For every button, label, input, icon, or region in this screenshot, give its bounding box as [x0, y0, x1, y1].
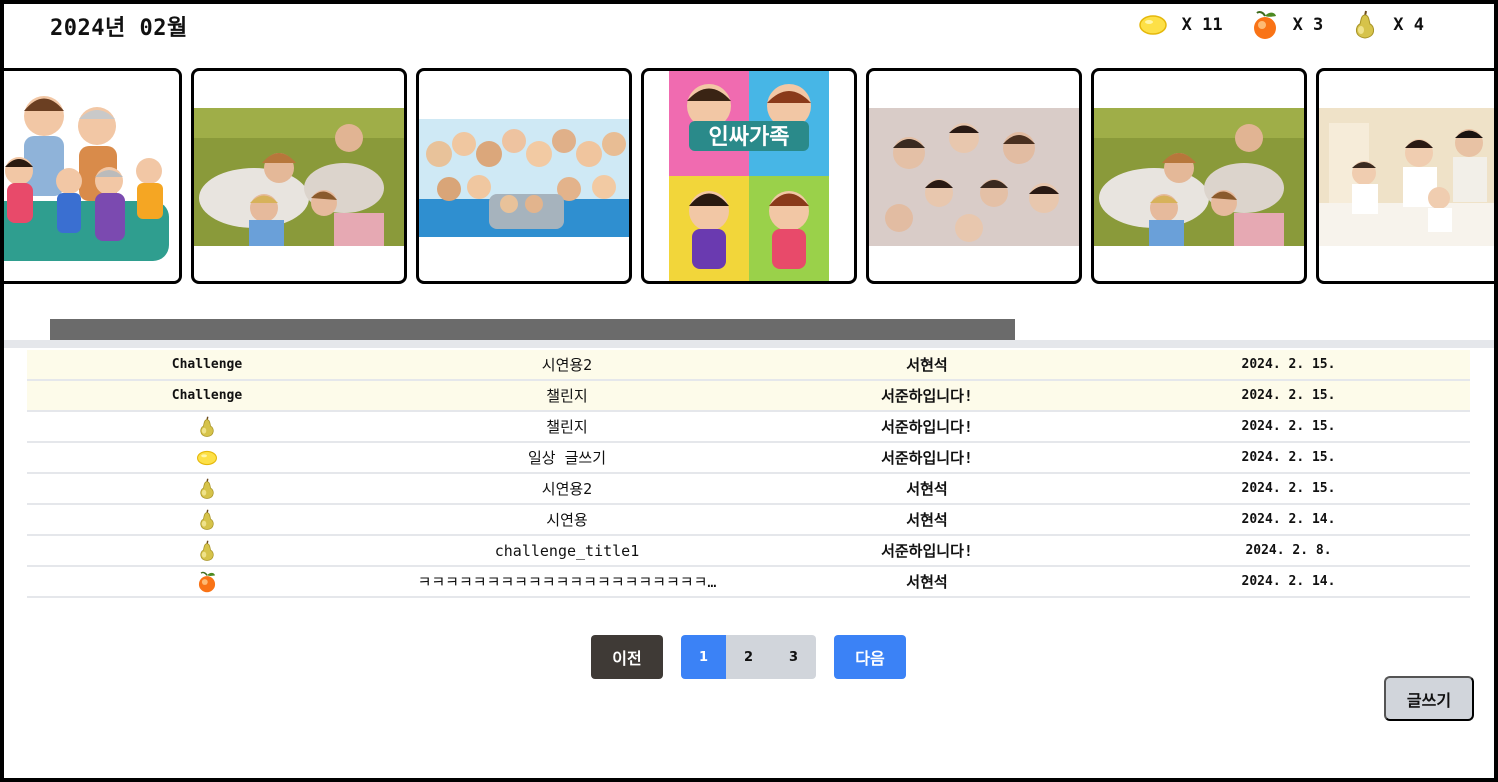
family-cartoon-image — [4, 71, 179, 281]
row-author: 서현석 — [906, 573, 948, 591]
app-frame: 2024년 02월 X 11 X 3 X 4 인싸가족 Challenge 시연… — [0, 0, 1498, 782]
page-button-1[interactable]: 1 — [681, 635, 726, 679]
comic-cover-image: 인싸가족 — [669, 71, 829, 281]
row-author: 서준하입니다! — [881, 542, 973, 560]
row-title[interactable]: 챌린지 — [387, 385, 747, 406]
row-title[interactable]: 시연용2 — [387, 478, 747, 499]
row-author: 서준하입니다! — [881, 418, 973, 436]
pear-icon — [1351, 10, 1379, 40]
page-button-2[interactable]: 2 — [726, 635, 771, 679]
carousel-card[interactable] — [866, 68, 1082, 284]
table-row[interactable]: Challenge 챌린지 서준하입니다! 2024. 2. 15. — [27, 381, 1470, 412]
row-author: 서현석 — [906, 480, 948, 498]
table-row[interactable]: 챌린지 서준하입니다! 2024. 2. 15. — [27, 412, 1470, 443]
carousel-card[interactable] — [191, 68, 407, 284]
peach-icon — [27, 571, 387, 593]
row-title[interactable]: 시연용 — [387, 509, 747, 530]
row-title[interactable]: 일상 글쓰기 — [387, 447, 747, 468]
row-title[interactable]: ㅋㅋㅋㅋㅋㅋㅋㅋㅋㅋㅋㅋㅋㅋㅋㅋㅋㅋㅋㅋㅋ… — [387, 571, 747, 592]
table-row[interactable]: 시연용2 서현석 2024. 2. 15. — [27, 474, 1470, 505]
row-date: 2024. 2. 15. — [1241, 450, 1336, 465]
lemon-icon — [27, 450, 387, 466]
pagination: 이전 1 2 3 다음 — [591, 635, 906, 679]
carousel-card[interactable] — [416, 68, 632, 284]
month-title: 2024년 02월 — [50, 16, 188, 41]
family-grass-image — [194, 108, 404, 246]
write-button[interactable]: 글쓰기 — [1384, 676, 1474, 721]
fruit-counters: X 11 X 3 X 4 — [1138, 10, 1424, 40]
pear-icon — [27, 509, 387, 531]
row-title[interactable]: challenge_title1 — [387, 542, 747, 560]
row-author: 서준하입니다! — [881, 387, 973, 405]
pear-count: X 4 — [1393, 15, 1424, 35]
post-table: Challenge 시연용2 서현석 2024. 2. 15. Challenge 챌린지… — [27, 350, 1470, 598]
family-circle-image — [869, 108, 1079, 246]
pear-counter: X 4 — [1351, 10, 1424, 40]
carousel-card[interactable] — [1316, 68, 1494, 284]
family-grass-image — [1094, 108, 1304, 246]
row-date: 2024. 2. 15. — [1241, 357, 1336, 372]
table-row[interactable]: 일상 글쓰기 서준하입니다! 2024. 2. 15. — [27, 443, 1470, 474]
comic-cover-title: 인싸가족 — [709, 125, 790, 150]
image-carousel[interactable]: 인싸가족 — [4, 68, 1494, 286]
row-author: 서현석 — [906, 511, 948, 529]
row-date: 2024. 2. 15. — [1241, 419, 1336, 434]
row-type: Challenge — [171, 388, 243, 403]
row-date: 2024. 2. 14. — [1241, 574, 1336, 589]
table-row[interactable]: challenge_title1 서준하입니다! 2024. 2. 8. — [27, 536, 1470, 567]
carousel-card[interactable] — [4, 68, 182, 284]
pear-icon — [27, 416, 387, 438]
section-divider — [4, 340, 1494, 348]
pear-icon — [27, 478, 387, 500]
row-title[interactable]: 시연용2 — [387, 354, 747, 375]
row-date: 2024. 2. 14. — [1241, 512, 1336, 527]
page-button-3[interactable]: 3 — [771, 635, 816, 679]
next-button[interactable]: 다음 — [834, 635, 906, 679]
pear-icon — [27, 540, 387, 562]
row-title[interactable]: 챌린지 — [387, 416, 747, 437]
carousel-card[interactable]: 인싸가족 — [641, 68, 857, 284]
peach-counter: X 3 — [1251, 10, 1324, 40]
cartoon-crowd-image — [419, 119, 629, 237]
row-author: 서현석 — [906, 356, 948, 374]
table-row[interactable]: 시연용 서현석 2024. 2. 14. — [27, 505, 1470, 536]
table-row[interactable]: Challenge 시연용2 서현석 2024. 2. 15. — [27, 350, 1470, 381]
table-row[interactable]: ㅋㅋㅋㅋㅋㅋㅋㅋㅋㅋㅋㅋㅋㅋㅋㅋㅋㅋㅋㅋㅋ… 서현석 2024. 2. 14. — [27, 567, 1470, 598]
row-date: 2024. 2. 8. — [1245, 543, 1332, 558]
peach-icon — [1251, 10, 1279, 40]
family-bed-image — [1319, 108, 1494, 246]
carousel-scrollbar[interactable] — [50, 319, 1015, 340]
carousel-card[interactable] — [1091, 68, 1307, 284]
lemon-count: X 11 — [1181, 15, 1223, 35]
lemon-counter: X 11 — [1138, 14, 1223, 36]
peach-count: X 3 — [1292, 15, 1324, 35]
row-author: 서준하입니다! — [881, 449, 973, 467]
prev-button[interactable]: 이전 — [591, 635, 663, 679]
row-date: 2024. 2. 15. — [1241, 481, 1336, 496]
row-date: 2024. 2. 15. — [1241, 388, 1336, 403]
row-type: Challenge — [171, 357, 243, 372]
lemon-icon — [1138, 14, 1168, 36]
